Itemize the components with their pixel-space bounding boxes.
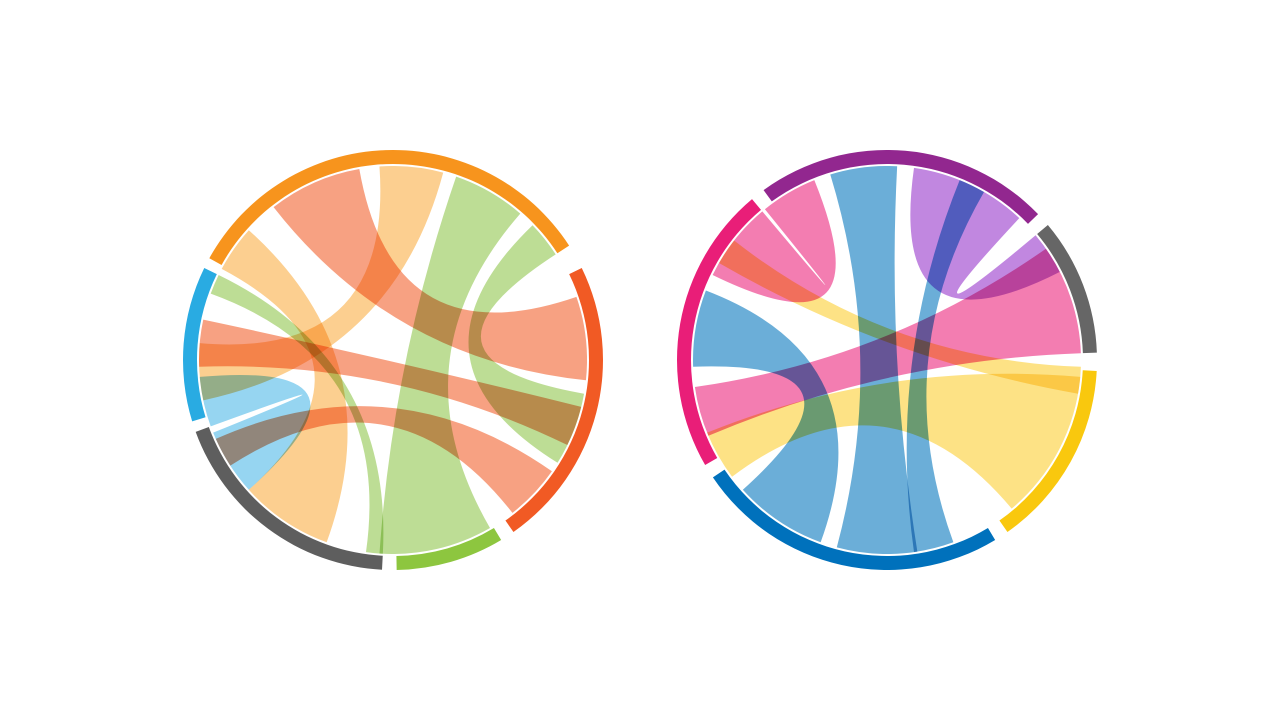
chord-diagrams-canvas — [182, 149, 1097, 570]
right-chord-diagram — [676, 150, 1097, 570]
ribbons — [692, 166, 1081, 554]
ribbons — [198, 166, 587, 554]
left-chord-diagram — [182, 149, 603, 570]
